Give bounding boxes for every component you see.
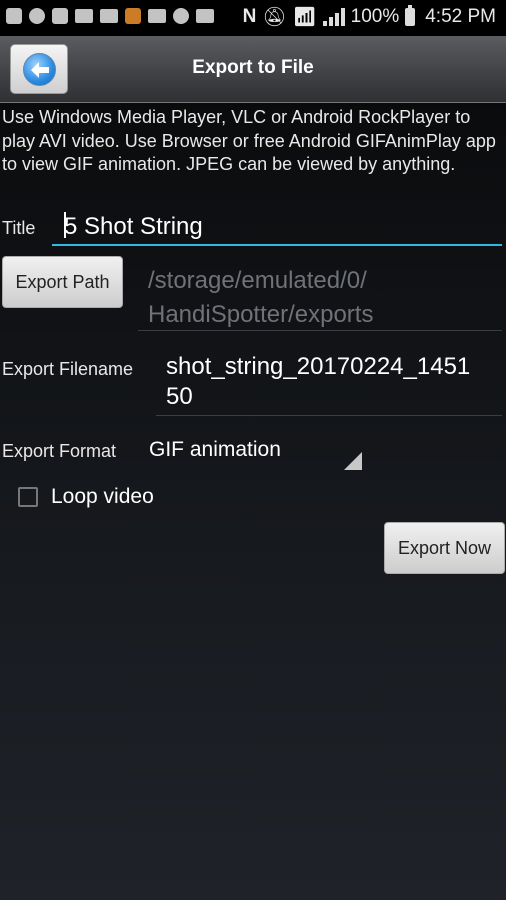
chat-icon [6,8,22,24]
rss-icon [125,8,141,24]
notification-icons [6,8,214,24]
status-right: N 🔕︎ 📶︎ 100% 4:52 PM [243,5,496,29]
message-icon [196,9,214,23]
title-input-underline [52,244,502,246]
filename-label: Export Filename [2,359,134,379]
mail-icon [100,9,118,23]
description-text: Use Windows Media Player, VLC or Android… [2,107,496,174]
format-label: Export Format [2,441,117,461]
title-bar: Export to File [0,36,506,103]
export-now-button[interactable]: Export Now [384,522,505,574]
dropdown-corner-icon [344,452,362,470]
close-mail-icon [148,9,166,23]
title-input[interactable]: 5 Shot String [58,210,498,244]
export-path-line2: HandiSpotter/exports [148,301,374,328]
mute-icon: 🔕︎ [262,7,287,28]
target-icon [173,8,189,24]
format-select[interactable]: GIF animation [138,434,362,470]
person-icon [52,8,68,24]
battery-percent: 100% [350,6,400,27]
filename-line2: 50 [166,383,193,410]
signal-icon [322,8,345,26]
key-icon [29,8,45,24]
clock: 4:52 PM [425,6,496,27]
loop-video-checkbox[interactable] [18,487,38,507]
format-select-value: GIF animation [149,438,281,461]
filename-line1: shot_string_20170224_1451 [166,353,471,380]
battery-icon [405,5,416,26]
page-title: Export to File [192,57,314,78]
loop-video-label[interactable]: Loop video [51,485,154,509]
photo-icon [75,9,93,23]
title-label: Title [2,218,36,238]
title-input-value: 5 Shot String [64,213,203,240]
export-path-button[interactable]: Export Path [2,256,123,308]
filename-input[interactable]: shot_string_20170224_1451 50 [166,352,501,412]
export-path-line1: /storage/emulated/0/ [148,267,367,294]
export-path-underline [138,330,502,331]
export-path-field: /storage/emulated/0/ HandiSpotter/export… [148,264,498,332]
wifi-icon: 📶︎ [292,7,317,28]
status-bar: N 🔕︎ 📶︎ 100% 4:52 PM [0,0,506,36]
nfc-icon: N [242,6,257,27]
filename-underline [156,415,502,416]
